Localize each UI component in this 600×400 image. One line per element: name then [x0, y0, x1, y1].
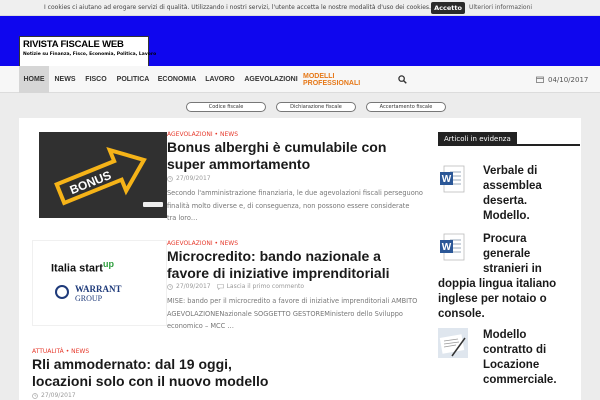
- cookie-bar: I cookies ci aiutano ad erogare servizi …: [0, 0, 600, 16]
- sidebar-item-procura[interactable]: Procura generale stranieri in doppia lin…: [438, 232, 580, 322]
- tag-dichiarazione-fiscale[interactable]: Dichiarazione fiscale: [276, 102, 356, 112]
- nav-date: 04/10/2017: [536, 66, 588, 93]
- post-2-categories: AGEVOLAZIONI • NEWS: [167, 240, 239, 247]
- nav-item-fisco[interactable]: FISCO: [81, 66, 111, 93]
- site-header: RIVISTA FISCALE WEB Notizie su Finanza, …: [0, 16, 600, 68]
- post-2-excerpt: MISE: bando per il microcredito a favore…: [167, 297, 418, 330]
- post-3-meta: 27/09/2017: [32, 392, 76, 399]
- comment-icon: [216, 283, 224, 290]
- main-nav: HOME NEWS FISCO POLITICA ECONOMIA LAVORO…: [0, 66, 600, 93]
- post-2-category-1[interactable]: AGEVOLAZIONI: [167, 240, 213, 247]
- logo-subtitle: Notizie su Finanza, Fisco, Economia, Pol…: [23, 52, 157, 57]
- post-1-meta: 27/09/2017: [167, 175, 211, 182]
- nav-item-modelli-professionali[interactable]: MODELLI PROFESSIONALI: [303, 66, 391, 93]
- cookie-text: I cookies ci aiutano ad erogare servizi …: [44, 4, 431, 11]
- post-1-category-1[interactable]: AGEVOLAZIONI: [167, 131, 213, 138]
- site-logo[interactable]: RIVISTA FISCALE WEB Notizie su Finanza, …: [19, 36, 156, 68]
- sidebar-heading: Articoli in evidenza: [438, 132, 580, 146]
- post-3-title[interactable]: Rli ammodernato: dal 19 oggi, locazioni …: [32, 356, 332, 390]
- post-2-date: 27/09/2017: [176, 283, 211, 290]
- word-document-icon[interactable]: W: [438, 232, 468, 262]
- post-1-category-2[interactable]: NEWS: [220, 131, 238, 138]
- post-2-title[interactable]: Microcredito: bando nazionale a favore d…: [167, 248, 437, 282]
- sidebar-item-modello-locazione[interactable]: Modello contratto di Locazione commercia…: [483, 328, 557, 388]
- nav-item-agevolazioni[interactable]: AGEVOLAZIONI: [241, 66, 301, 93]
- clock-icon: [167, 175, 173, 182]
- svg-text:W: W: [442, 242, 452, 253]
- search-icon[interactable]: [398, 75, 407, 84]
- post-3-categories: ATTUALITÀ • NEWS: [32, 348, 90, 355]
- svg-text:W: W: [442, 174, 452, 185]
- post-3-category-1[interactable]: ATTUALITÀ: [32, 348, 64, 355]
- nav-item-news[interactable]: NEWS: [51, 66, 79, 93]
- sidebar-item-verbale[interactable]: Verbale di assemblea deserta. Modello.: [483, 164, 542, 224]
- bonus-thumbnail-image[interactable]: BONUS: [39, 132, 167, 218]
- nav-item-home[interactable]: HOME: [19, 66, 49, 93]
- post-2-comments-link[interactable]: Lascia il primo commento: [227, 283, 304, 290]
- post-3-category-2[interactable]: NEWS: [71, 348, 89, 355]
- logo-title: RIVISTA FISCALE WEB: [23, 39, 124, 50]
- post-1-categories: AGEVOLAZIONI • NEWS: [167, 131, 239, 138]
- tag-accertamento-fiscale[interactable]: Accertamento fiscale: [366, 102, 446, 112]
- nav-item-politica[interactable]: POLITICA: [113, 66, 153, 93]
- word-document-icon[interactable]: W: [438, 164, 468, 194]
- post-3-date: 27/09/2017: [41, 392, 76, 399]
- post-1-title[interactable]: Bonus alberghi è cumulabile con super am…: [167, 139, 437, 173]
- post-2-meta: 27/09/2017 Lascia il primo commento: [167, 283, 304, 290]
- nav-item-economia[interactable]: ECONOMIA: [155, 66, 199, 93]
- post-1-date: 27/09/2017: [176, 175, 211, 182]
- calendar-icon: [536, 76, 544, 83]
- clock-icon: [167, 283, 173, 290]
- italia-startup-thumbnail-image[interactable]: Italia startup WARRANT GROUP: [32, 240, 167, 326]
- clock-icon: [32, 392, 38, 399]
- current-date: 04/10/2017: [548, 75, 589, 84]
- post-1-excerpt: Secondo l'amministrazione finanziaria, l…: [167, 189, 423, 222]
- nav-item-lavoro[interactable]: LAVORO: [201, 66, 239, 93]
- sidebar-heading-label: Articoli in evidenza: [438, 132, 517, 146]
- cookie-accept-button[interactable]: Accetto: [431, 2, 465, 14]
- post-2-category-2[interactable]: NEWS: [220, 240, 238, 247]
- cookie-more-link[interactable]: Ulteriori informazioni: [469, 4, 532, 11]
- tag-codice-fiscale[interactable]: Codice fiscale: [186, 102, 266, 112]
- contract-photo-icon[interactable]: [438, 328, 468, 358]
